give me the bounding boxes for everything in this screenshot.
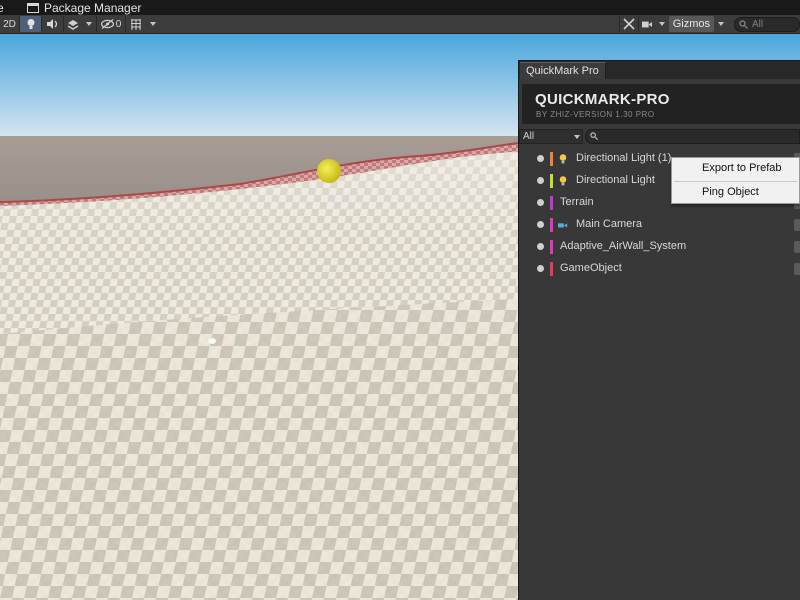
light-gizmo-sphere[interactable] <box>317 159 341 183</box>
list-item-label: Directional Light <box>576 174 655 186</box>
effects-dropdown-arrow-icon[interactable] <box>86 22 92 26</box>
light-bulb-icon <box>559 176 567 186</box>
context-menu-ping-object[interactable]: Ping Object <box>702 186 759 198</box>
visibility-dot[interactable] <box>537 177 544 184</box>
row-action-button[interactable] <box>794 219 800 231</box>
list-item-label: Main Camera <box>576 218 643 230</box>
grid-dropdown-arrow-icon[interactable] <box>150 22 156 26</box>
list-item[interactable]: Main Camera <box>519 214 800 236</box>
toggle-2d-label: 2D <box>3 18 16 30</box>
camera-dropdown-arrow-icon[interactable] <box>658 22 665 26</box>
visibility-dot[interactable] <box>537 243 544 250</box>
tab-quickmark-pro[interactable]: QuickMark Pro <box>520 62 606 79</box>
scene-search-placeholder: All <box>752 18 764 30</box>
light-bulb-icon <box>27 19 34 29</box>
small-object-marker[interactable] <box>208 338 216 344</box>
tools-icon <box>623 18 635 30</box>
list-item-label: Terrain <box>560 196 594 208</box>
search-icon <box>590 132 598 140</box>
tools-button[interactable] <box>618 16 639 32</box>
list-item-label: GameObject <box>560 262 622 274</box>
visibility-dot[interactable] <box>537 199 544 206</box>
list-item[interactable]: Adaptive_AirWall_System <box>519 236 800 258</box>
visibility-dot[interactable] <box>537 265 544 272</box>
grid-icon <box>131 18 141 30</box>
hidden-count: 0 <box>115 18 122 30</box>
color-tag-bar <box>550 262 553 276</box>
light-bulb-icon <box>559 154 567 164</box>
camera-settings-button[interactable] <box>639 16 655 32</box>
gizmos-dropdown[interactable] <box>714 16 728 32</box>
context-menu-divider <box>674 181 797 182</box>
quickmark-panel: QuickMark Pro QUICKMARK-PRO BY ZHIZ-VERS… <box>518 60 800 600</box>
effects-toggle-button[interactable] <box>64 16 82 32</box>
menu-bar: e Package Manager <box>0 0 800 15</box>
row-action-button[interactable] <box>794 263 800 275</box>
panel-tab-bar: QuickMark Pro <box>519 61 800 79</box>
gizmos-dropdown-arrow-icon <box>718 22 724 26</box>
color-tag-bar <box>550 218 553 232</box>
color-tag-bar <box>550 196 553 210</box>
eye-slash-icon <box>100 19 114 29</box>
color-tag-bar <box>550 152 553 166</box>
visibility-dot[interactable] <box>537 155 544 162</box>
menu-item-package-manager[interactable]: Package Manager <box>44 0 141 15</box>
panel-search-input[interactable] <box>585 128 800 144</box>
camera-icon <box>558 223 568 228</box>
lighting-toggle-button[interactable] <box>20 16 42 32</box>
toggle-2d-button[interactable]: 2D <box>0 16 20 32</box>
panel-subtitle: BY ZHIZ-VERSION 1.30 PRO <box>536 110 655 119</box>
context-menu-export-prefab[interactable]: Export to Prefab <box>702 162 782 174</box>
context-menu: Export to Prefab Ping Object <box>671 157 800 204</box>
panel-header: QUICKMARK-PRO BY ZHIZ-VERSION 1.30 PRO <box>522 84 800 124</box>
visibility-dot[interactable] <box>537 221 544 228</box>
list-item-label: Directional Light (1) <box>576 152 672 164</box>
menu-item-partial[interactable]: e <box>0 0 11 15</box>
speaker-icon <box>46 19 57 29</box>
list-item[interactable]: GameObject <box>519 258 800 280</box>
list-item-label: Adaptive_AirWall_System <box>560 240 687 252</box>
camera-icon <box>641 21 652 27</box>
package-icon <box>27 2 39 13</box>
hidden-objects-toggle[interactable]: 0 <box>96 16 126 32</box>
filter-value: All <box>523 130 535 142</box>
grid-toggle-button[interactable] <box>126 16 146 32</box>
gizmos-label: Gizmos <box>672 18 710 30</box>
color-tag-bar <box>550 174 553 188</box>
search-icon <box>739 19 748 29</box>
filter-row: All <box>519 128 800 144</box>
row-action-button[interactable] <box>794 241 800 253</box>
gizmos-button[interactable]: Gizmos <box>668 16 714 32</box>
filter-dropdown-arrow-icon <box>574 134 580 139</box>
audio-toggle-button[interactable] <box>42 16 64 32</box>
effects-layers-icon <box>67 19 79 30</box>
filter-dropdown[interactable]: All <box>519 128 583 144</box>
scene-search-input[interactable]: All <box>734 16 800 32</box>
toolbar-right-group: Gizmos All <box>618 16 800 32</box>
panel-title: QUICKMARK-PRO <box>535 91 670 108</box>
scene-toolbar: 2D 0 Gizmos All <box>0 15 800 34</box>
color-tag-bar <box>550 240 553 254</box>
